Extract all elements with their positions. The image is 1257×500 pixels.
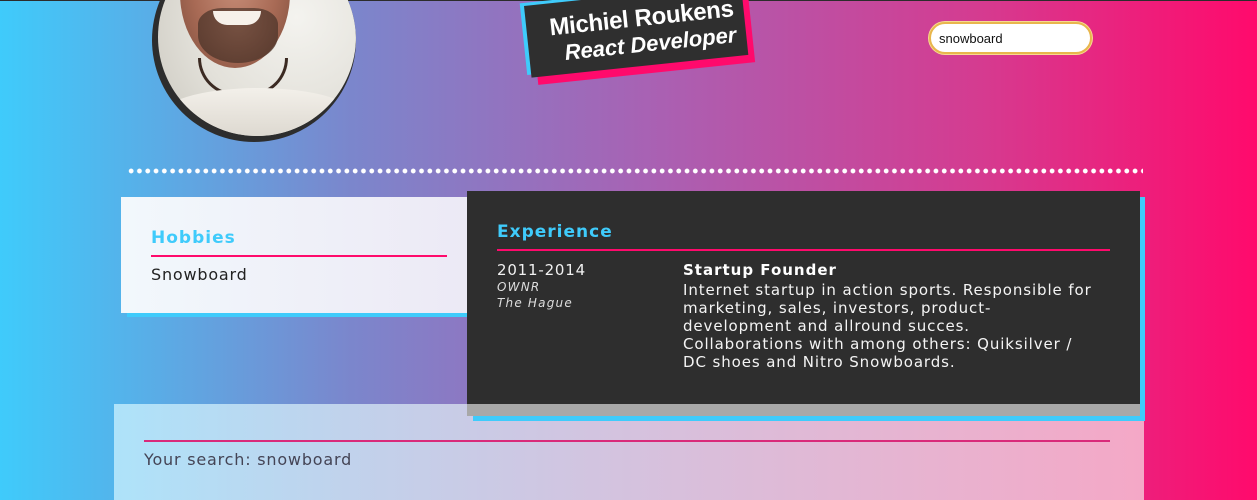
profile-photo [158, 0, 356, 136]
experience-company: OWNR [497, 280, 541, 294]
experience-city: The Hague [497, 296, 573, 310]
experience-title: Experience [497, 222, 613, 242]
hobbies-title: Hobbies [151, 228, 236, 248]
hobbies-underline [151, 255, 447, 257]
experience-card-shadow-grey [467, 404, 1140, 416]
experience-years: 2011-2014 [497, 261, 586, 279]
experience-card: Experience 2011-2014 OWNR The Hague Star… [467, 191, 1140, 404]
name-tag: Michiel Roukens React Developer [519, 0, 756, 85]
experience-entry: 2011-2014 OWNR The Hague Startup Founder… [497, 261, 1110, 371]
experience-meta: 2011-2014 OWNR The Hague [497, 261, 683, 371]
search-result-rule [144, 440, 1110, 442]
experience-role: Startup Founder [683, 261, 837, 279]
experience-description: Internet startup in action sports. Respo… [683, 281, 1092, 371]
photo-smile [213, 11, 261, 25]
search-result-text: Your search: snowboard [144, 450, 353, 469]
experience-details: Startup Founder Internet startup in acti… [683, 261, 1093, 371]
avatar [152, 0, 356, 142]
hobbies-card: Hobbies Snowboard [121, 197, 477, 313]
experience-underline [497, 249, 1110, 251]
search-input[interactable] [929, 22, 1092, 54]
photo-shirt [158, 88, 356, 136]
hobby-item: Snowboard [151, 265, 248, 284]
dotted-divider [127, 168, 1143, 174]
